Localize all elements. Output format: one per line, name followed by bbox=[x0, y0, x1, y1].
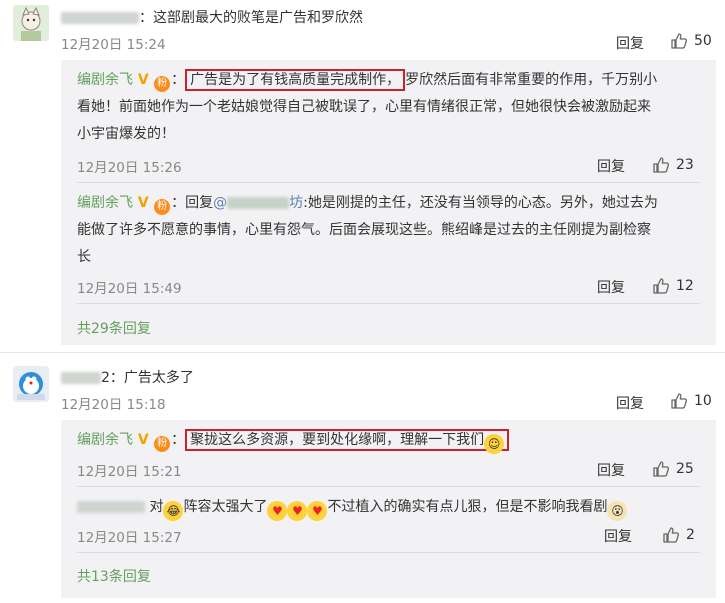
timestamp: 12月20日 15:24 bbox=[61, 37, 166, 53]
comment-text: ：这部剧最大的败笔是广告和罗欣然 bbox=[61, 7, 363, 27]
reply-item: 编剧余飞 V 粉：广告是为了有钱高质量完成制作， 罗欣然后面有非常重要的作用，千万… bbox=[77, 67, 707, 148]
like-count: 2 bbox=[686, 527, 695, 543]
verified-v-icon: V bbox=[133, 195, 149, 211]
reply-button[interactable]: 回复 bbox=[616, 33, 644, 53]
fan-badge-icon: 粉 bbox=[154, 76, 171, 92]
comment-separator bbox=[0, 352, 725, 353]
reply-item: 编剧余飞 V 粉：聚拢这么多资源，要到处化缘啊，理解一下我们 ☺ bbox=[77, 427, 707, 454]
comment-body: ：这部剧最大的败笔是广告和罗欣然 bbox=[139, 10, 363, 26]
username-blurred[interactable] bbox=[77, 501, 145, 513]
reply-list: 编剧余飞 V 粉：广告是为了有钱高质量完成制作， 罗欣然后面有非常重要的作用，千万… bbox=[61, 60, 716, 345]
reply-author[interactable]: 编剧余飞 bbox=[77, 72, 133, 88]
reply-text-line: 小宇宙爆发的！ bbox=[77, 126, 175, 142]
reply-button[interactable]: 回复 bbox=[604, 526, 632, 546]
thumb-up-icon bbox=[671, 393, 688, 409]
comment-2: 2：广告太多了 12月20日 15:18 回复 10 编剧余飞 V 粉：聚拢这么… bbox=[0, 360, 725, 600]
highlighted-text: 广告是为了有钱高质量完成制作， bbox=[185, 69, 406, 91]
comment-1: ：这部剧最大的败笔是广告和罗欣然 12月20日 15:24 回复 50 编剧余飞… bbox=[0, 0, 725, 345]
highlighted-text: 聚拢这么多资源，要到处化缘啊，理解一下我们 ☺ bbox=[185, 429, 510, 454]
reply-author[interactable]: 编剧余飞 bbox=[77, 432, 133, 448]
verified-v-icon: V bbox=[133, 432, 149, 448]
reply-item: 对 😂 阵容太强大了 ♥ ♥ ♥ 不过植入的确实有点儿狠，但是不影响我看剧 😮 bbox=[77, 494, 707, 521]
reply-author[interactable]: 编剧余飞 bbox=[77, 195, 133, 211]
reply-meta: 12月20日 15:27 回复 2 bbox=[77, 526, 697, 546]
heart-eyes-emoji-icon: ♥ bbox=[307, 501, 328, 521]
smile-emoji-icon: ☺ bbox=[484, 434, 505, 454]
like-count: 50 bbox=[694, 33, 712, 49]
comment-text: 2：广告太多了 bbox=[61, 367, 194, 387]
comment-body: ：广告太多了 bbox=[109, 370, 194, 386]
verified-v-icon: V bbox=[133, 72, 149, 88]
divider bbox=[77, 182, 700, 183]
reply-meta: 12月20日 15:26 回复 23 bbox=[77, 156, 697, 176]
reply-button[interactable]: 回复 bbox=[597, 460, 625, 480]
reply-text-line: 看她！前面她作为一个老姑娘觉得自己被耽误了，心里有情绪很正常，但她很快会被激励起… bbox=[77, 99, 651, 115]
like-button[interactable]: 23 bbox=[652, 156, 694, 174]
reply-list: 编剧余飞 V 粉：聚拢这么多资源，要到处化缘啊，理解一下我们 ☺ 12月20日 1… bbox=[61, 420, 716, 598]
thumb-up-icon bbox=[653, 461, 670, 477]
like-button[interactable]: 25 bbox=[652, 460, 694, 478]
reply-button[interactable]: 回复 bbox=[597, 277, 625, 297]
like-button[interactable]: 2 bbox=[662, 526, 695, 544]
timestamp: 12月20日 15:18 bbox=[61, 397, 166, 413]
username[interactable]: 2 bbox=[101, 370, 110, 386]
username-blurred[interactable] bbox=[61, 12, 139, 24]
heart-eyes-emoji-icon: ♥ bbox=[267, 501, 288, 521]
timestamp: 12月20日 15:26 bbox=[77, 160, 182, 176]
reply-item: 编剧余飞 V 粉：回复@ 坊:她是刚提的主任，还没有当领导的心态。另外，她过去为 … bbox=[77, 190, 707, 271]
username-blurred[interactable] bbox=[61, 372, 101, 384]
avatar[interactable] bbox=[13, 5, 49, 41]
avatar[interactable] bbox=[13, 366, 49, 402]
divider bbox=[77, 552, 700, 553]
like-count: 10 bbox=[694, 393, 712, 409]
thumb-up-icon bbox=[671, 33, 688, 49]
thumb-up-icon bbox=[653, 157, 670, 173]
like-count: 25 bbox=[676, 461, 694, 477]
thumb-up-icon bbox=[663, 527, 680, 543]
timestamp: 12月20日 15:21 bbox=[77, 464, 182, 480]
like-button[interactable]: 50 bbox=[670, 32, 712, 50]
shocked-emoji-icon: 😮 bbox=[607, 501, 628, 521]
like-count: 12 bbox=[676, 278, 694, 294]
like-button[interactable]: 12 bbox=[652, 277, 694, 295]
like-button[interactable]: 10 bbox=[670, 392, 712, 410]
reply-meta: 12月20日 15:21 回复 25 bbox=[77, 460, 697, 480]
like-count: 23 bbox=[676, 157, 694, 173]
divider bbox=[77, 303, 700, 304]
mention-link[interactable]: @ 坊 bbox=[213, 195, 303, 211]
more-replies-link[interactable]: 共29条回复 bbox=[77, 318, 151, 338]
timestamp: 12月20日 15:27 bbox=[77, 530, 182, 546]
reply-text-line: 能做了许多不愿意的事情，心里有怨气。后面会展现这些。熊绍峰是过去的主任刚提为副检… bbox=[77, 222, 651, 238]
laugh-emoji-icon: 😂 bbox=[163, 501, 184, 521]
reply-text-line: 长 bbox=[77, 249, 91, 265]
reply-button[interactable]: 回复 bbox=[616, 393, 644, 413]
more-replies-link[interactable]: 共13条回复 bbox=[77, 566, 151, 586]
timestamp: 12月20日 15:49 bbox=[77, 281, 182, 297]
reply-button[interactable]: 回复 bbox=[597, 156, 625, 176]
divider bbox=[77, 486, 700, 487]
fan-badge-icon: 粉 bbox=[154, 436, 171, 452]
reply-meta: 12月20日 15:49 回复 12 bbox=[77, 277, 697, 297]
thumb-up-icon bbox=[653, 278, 670, 294]
fan-badge-icon: 粉 bbox=[154, 199, 171, 215]
heart-eyes-emoji-icon: ♥ bbox=[287, 501, 308, 521]
